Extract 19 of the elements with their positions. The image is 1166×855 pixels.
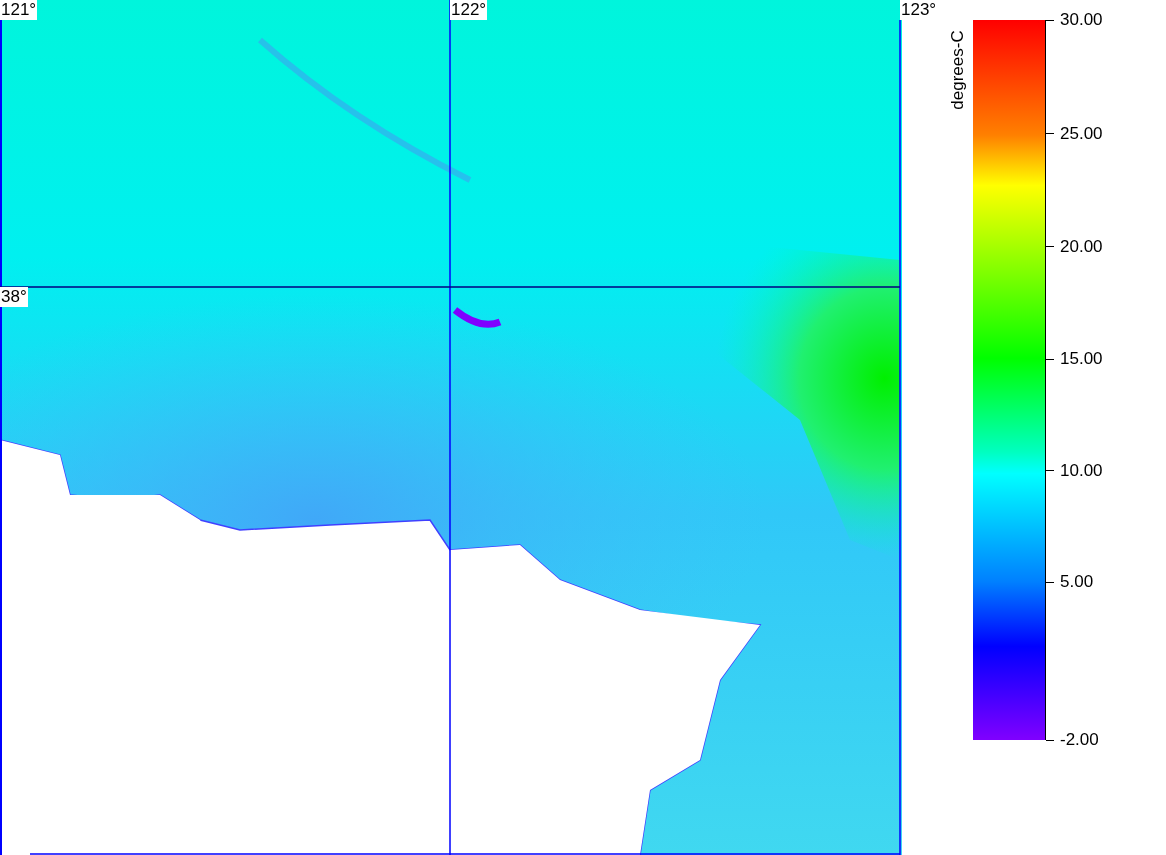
tick-label: -2.00	[1060, 730, 1099, 750]
tick-mark	[1046, 133, 1054, 135]
tick-label: 20.00	[1060, 236, 1103, 257]
legend-title: degrees-C	[948, 30, 968, 110]
tick-mark	[1046, 581, 1054, 583]
tick-mark	[1046, 19, 1054, 21]
longitude-label: 122°	[450, 0, 488, 20]
tick-mark	[1046, 739, 1054, 741]
tick-mark	[1046, 470, 1054, 472]
tick-label: 15.00	[1060, 349, 1103, 370]
longitude-label: 123°	[900, 0, 938, 20]
tick-label: 30.00	[1060, 10, 1103, 30]
tick-label: 25.00	[1060, 123, 1103, 144]
tick-mark	[1046, 358, 1054, 360]
latitude-label: 38°	[0, 287, 28, 307]
tick-label: 5.00	[1060, 572, 1094, 593]
tick-label: 10.00	[1060, 460, 1103, 481]
longitude-label: 121°	[0, 0, 38, 20]
tick-mark	[1046, 246, 1054, 248]
